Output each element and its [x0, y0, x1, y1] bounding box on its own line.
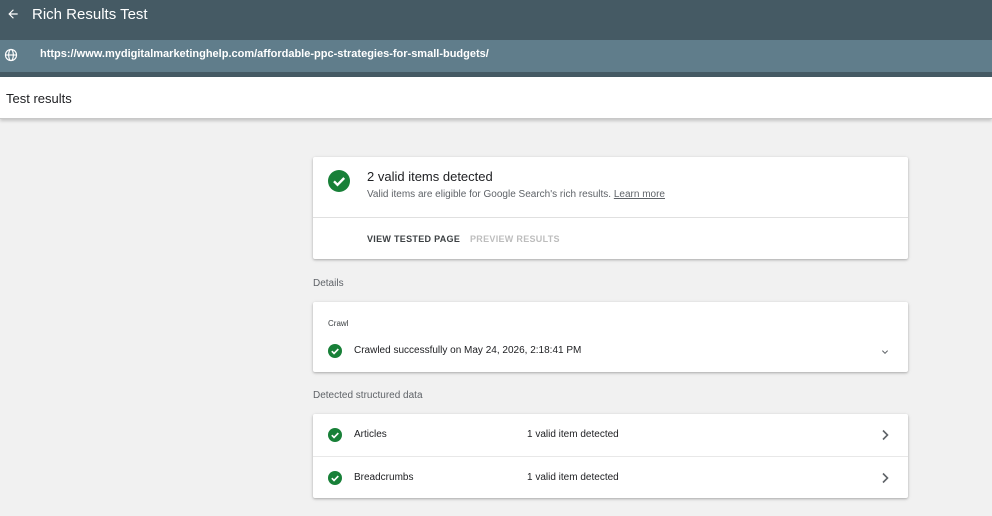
page-title: Test results: [6, 91, 72, 106]
summary-description: Valid items are eligible for Google Sear…: [367, 189, 612, 200]
check-circle-icon: [328, 471, 342, 485]
view-tested-page-button[interactable]: VIEW TESTED PAGE: [367, 234, 460, 244]
chevron-down-icon[interactable]: [879, 346, 891, 358]
check-circle-icon: [328, 170, 350, 192]
chevron-right-icon: [880, 429, 890, 441]
chevron-right-icon: [880, 472, 890, 484]
tested-url[interactable]: https://www.mydigitalmarketinghelp.com/a…: [40, 48, 489, 60]
structured-data-card: Articles 1 valid item detected Breadcrum…: [313, 414, 908, 498]
list-item-breadcrumbs[interactable]: Breadcrumbs 1 valid item detected: [313, 456, 908, 499]
item-name: Breadcrumbs: [354, 472, 414, 483]
crawl-label: Crawl: [328, 319, 349, 328]
details-heading: Details: [313, 278, 344, 289]
app-bar: Rich Results Test: [0, 0, 992, 40]
crawl-card[interactable]: Crawl Crawled successfully on May 24, 20…: [313, 302, 908, 372]
structured-data-heading: Detected structured data: [313, 390, 423, 401]
app-title: Rich Results Test: [32, 6, 148, 23]
check-circle-icon: [328, 428, 342, 442]
check-circle-icon: [328, 344, 342, 358]
arrow-back-icon: [6, 7, 20, 21]
results-header: Test results: [0, 77, 992, 119]
item-name: Articles: [354, 429, 387, 440]
item-status: 1 valid item detected: [527, 472, 619, 483]
crawl-status: Crawled successfully on May 24, 2026, 2:…: [354, 345, 582, 356]
summary-title: 2 valid items detected: [367, 169, 493, 184]
back-button[interactable]: [4, 5, 22, 23]
item-status: 1 valid item detected: [527, 429, 619, 440]
summary-subtitle: Valid items are eligible for Google Sear…: [367, 189, 665, 200]
learn-more-link[interactable]: Learn more: [614, 189, 665, 200]
url-bar: https://www.mydigitalmarketinghelp.com/a…: [0, 40, 992, 72]
preview-results-button[interactable]: PREVIEW RESULTS: [470, 234, 560, 244]
divider: [313, 217, 908, 218]
summary-card: 2 valid items detected Valid items are e…: [313, 157, 908, 259]
list-item-articles[interactable]: Articles 1 valid item detected: [313, 414, 908, 456]
globe-icon: [4, 48, 18, 62]
